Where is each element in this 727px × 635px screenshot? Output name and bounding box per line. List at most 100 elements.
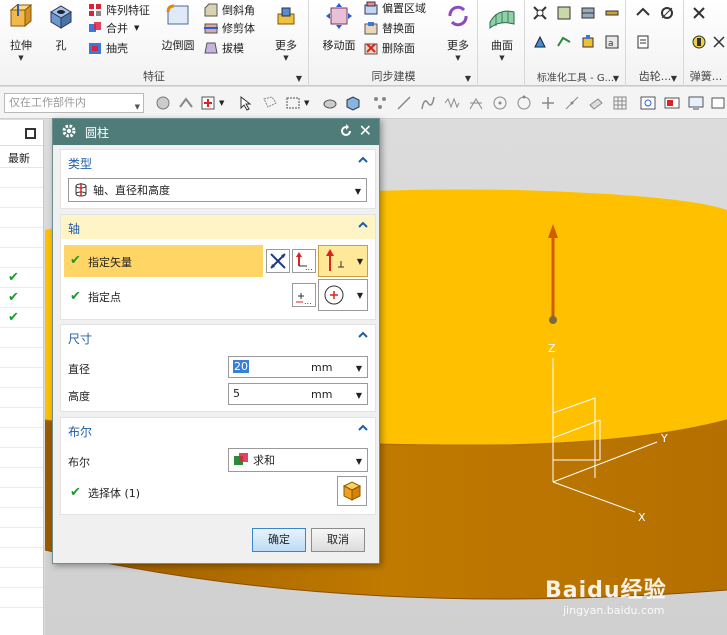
gear-icon[interactable] [61, 123, 77, 139]
surface-button[interactable]: 曲面 ▼ [485, 2, 519, 62]
table-row[interactable]: ✔ [0, 268, 43, 288]
lasso-icon[interactable] [262, 95, 278, 111]
table-row[interactable] [0, 508, 43, 528]
table-row[interactable] [0, 528, 43, 548]
trim-body-button[interactable]: 修剪体 [204, 18, 255, 38]
extrude-button[interactable]: 拉伸 ▼ [4, 2, 38, 62]
table-row[interactable] [0, 568, 43, 588]
section-boolean-header[interactable]: 布尔 [61, 418, 375, 442]
offset-region-button[interactable]: 偏置区域 [364, 0, 426, 18]
overflow-icon[interactable] [710, 95, 726, 111]
wave-icon[interactable] [444, 95, 460, 111]
select-body-button[interactable] [337, 476, 367, 506]
table-row[interactable] [0, 368, 43, 388]
spring-tool-icon-2[interactable] [691, 34, 707, 50]
chamfer-button[interactable]: 倒斜角 [204, 0, 255, 20]
section-axis-header[interactable]: 轴 [61, 215, 375, 239]
table-row[interactable] [0, 328, 43, 348]
draft-button[interactable]: 拔模 [204, 38, 244, 58]
reset-icon[interactable] [339, 124, 353, 138]
gear-tool-icon-1[interactable] [635, 5, 651, 21]
hole-button[interactable]: 孔 [46, 2, 76, 53]
move-face-button[interactable]: 移动面 [318, 2, 360, 53]
tool-icon-1[interactable] [532, 5, 548, 21]
gear-tool-icon-3[interactable] [635, 34, 651, 50]
vector-type-dropdown[interactable]: ▼ [318, 245, 368, 277]
table-row[interactable] [0, 588, 43, 608]
table-row[interactable] [0, 168, 43, 188]
tool-icon-4[interactable] [532, 34, 548, 50]
table-row[interactable] [0, 388, 43, 408]
type-dropdown[interactable]: 轴、直径和高度 ▼ [68, 178, 367, 202]
chevron-down-icon[interactable]: ▼ [270, 54, 302, 62]
dialog-title-bar[interactable]: 圆柱 ✕ [53, 119, 379, 145]
section-type-header[interactable]: 类型 [61, 150, 375, 174]
chevron-up-icon[interactable] [357, 219, 369, 231]
tool-icon-5[interactable] [556, 34, 572, 50]
display-icon[interactable] [688, 95, 704, 111]
table-row[interactable] [0, 448, 43, 468]
table-row[interactable] [0, 248, 43, 268]
more-sync-button[interactable]: 更多 ▼ [442, 2, 474, 62]
vertex-icon[interactable] [372, 95, 388, 111]
chevron-down-icon[interactable]: ▼ [485, 54, 519, 62]
group-expand-icon[interactable]: ▼ [671, 74, 677, 83]
shell-button[interactable]: 抽壳 [88, 38, 128, 58]
table-row[interactable] [0, 468, 43, 488]
table-row[interactable] [0, 188, 43, 208]
point-snap-icon[interactable] [200, 95, 216, 111]
table-row[interactable] [0, 408, 43, 428]
rectangle-select-icon[interactable] [285, 95, 301, 111]
group-expand-icon[interactable]: ▼ [465, 74, 471, 83]
select-cursor-icon[interactable] [238, 95, 254, 111]
table-row[interactable] [0, 428, 43, 448]
chevron-up-icon[interactable] [357, 329, 369, 341]
spring-tool-icon-1[interactable] [691, 5, 707, 21]
chevron-down-icon[interactable]: ▼ [356, 364, 362, 373]
chevron-down-icon[interactable]: ▼ [4, 54, 38, 62]
chevron-up-icon[interactable] [357, 422, 369, 434]
line-icon[interactable] [396, 95, 412, 111]
chevron-down-icon[interactable]: ▼ [219, 99, 224, 107]
tool-icon-8[interactable]: a [604, 34, 620, 50]
tool-icon-2[interactable] [556, 5, 572, 21]
diameter-input[interactable]: 20 mm ▼ [228, 356, 368, 378]
chevron-down-icon[interactable]: ▼ [356, 391, 362, 400]
spring-tool-icon-3[interactable] [711, 34, 727, 50]
ok-button[interactable]: 确定 [252, 528, 306, 552]
close-icon[interactable]: ✕ [359, 122, 372, 140]
pattern-feature-button[interactable]: 阵列特征 [88, 0, 150, 20]
column-latest[interactable]: 最新 [0, 146, 43, 168]
circle-center-icon[interactable] [492, 95, 508, 111]
table-row[interactable] [0, 228, 43, 248]
chevron-down-icon[interactable]: ▼ [134, 24, 139, 32]
height-input[interactable]: 5 mm ▼ [228, 383, 368, 405]
table-row[interactable]: ✔ [0, 308, 43, 328]
table-row[interactable]: ✔ [0, 288, 43, 308]
vector-dialog-button[interactable]: ... [292, 249, 316, 273]
group-expand-icon[interactable]: ▼ [613, 74, 619, 83]
table-row[interactable] [0, 548, 43, 568]
solid-body-icon[interactable] [345, 95, 361, 111]
replace-face-button[interactable]: 替换面 [364, 18, 415, 38]
maximize-icon[interactable] [25, 128, 36, 139]
table-row[interactable] [0, 348, 43, 368]
table-row[interactable] [0, 488, 43, 508]
chevron-down-icon[interactable]: ▼ [442, 54, 474, 62]
cancel-button[interactable]: 取消 [311, 528, 365, 552]
tool-icon-7[interactable] [604, 5, 620, 21]
chevron-up-icon[interactable] [357, 154, 369, 166]
select-filter-icon[interactable] [155, 95, 171, 111]
face-point-icon[interactable] [588, 95, 604, 111]
reverse-direction-button[interactable] [266, 249, 290, 273]
selection-scope-dropdown[interactable]: 仅在工作部件内 ▼ [4, 93, 144, 113]
image-view-icon[interactable] [664, 95, 680, 111]
curve-icon[interactable] [420, 95, 436, 111]
edge-blend-button[interactable]: 边倒圆 [158, 2, 198, 53]
grid-icon[interactable] [612, 95, 628, 111]
more-feature-button[interactable]: 更多 ▼ [270, 2, 302, 62]
unite-button[interactable]: 合并 ▼ [88, 18, 139, 38]
view-fit-icon[interactable] [640, 95, 656, 111]
intersection-icon[interactable] [468, 95, 484, 111]
delete-face-button[interactable]: 删除面 [364, 38, 415, 58]
